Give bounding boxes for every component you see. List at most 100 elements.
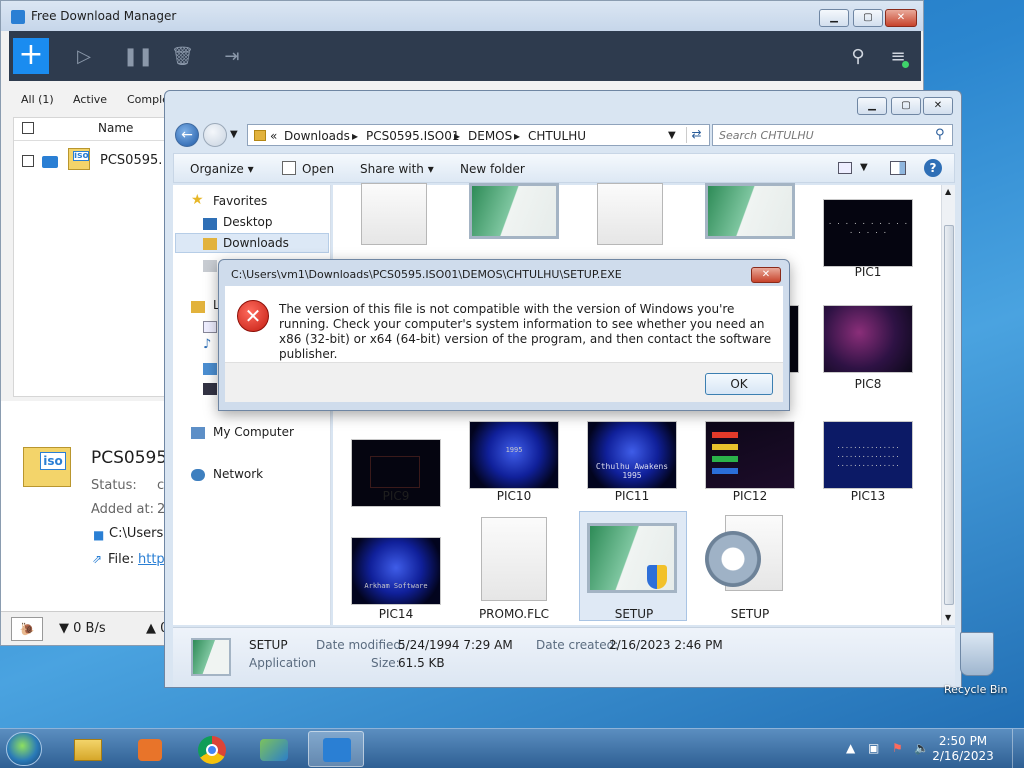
download-row[interactable]: iso PCS0595. bbox=[14, 144, 172, 178]
nav-desktop[interactable]: Desktop bbox=[223, 215, 273, 229]
breadcrumb-chtulhu[interactable]: CHTULHU bbox=[528, 129, 586, 143]
file-thumbnail[interactable] bbox=[597, 183, 663, 245]
detail-path[interactable]: C:\Users bbox=[109, 526, 163, 541]
pic11-thumbnail[interactable]: Cthulhu Awakens 1995 bbox=[587, 421, 677, 489]
explorer-maximize-button[interactable]: ▢ bbox=[891, 97, 921, 115]
filter-tab-active[interactable]: Active bbox=[67, 91, 113, 109]
breadcrumb-downloads[interactable]: Downloads bbox=[284, 129, 350, 143]
nav-downloads[interactable]: Downloads bbox=[223, 236, 289, 250]
back-button[interactable]: ← bbox=[175, 123, 199, 147]
pictures-icon bbox=[203, 363, 217, 375]
dialog-close-button[interactable]: ✕ bbox=[751, 267, 781, 283]
refresh-icon[interactable]: ⇄ bbox=[686, 127, 706, 143]
delete-icon[interactable]: 🗑 bbox=[171, 46, 194, 68]
file-label-pic12[interactable]: PIC12 bbox=[695, 489, 805, 503]
fdm-minimize-button[interactable]: ▁ bbox=[819, 9, 849, 27]
open-button[interactable]: Open bbox=[302, 162, 334, 176]
explorer-minimize-button[interactable]: ▁ bbox=[857, 97, 887, 115]
file-label-pic14[interactable]: PIC14 bbox=[341, 607, 451, 621]
breadcrumb-demos[interactable]: DEMOS bbox=[468, 129, 512, 143]
search-icon[interactable]: ⚲ bbox=[935, 127, 945, 142]
promo-file-icon[interactable] bbox=[481, 517, 547, 601]
help-icon[interactable]: ? bbox=[924, 159, 942, 177]
file-thumbnail[interactable] bbox=[361, 183, 427, 245]
pic8-thumbnail[interactable] bbox=[823, 305, 913, 373]
start-button[interactable] bbox=[6, 732, 42, 766]
recycle-bin-label[interactable]: Recycle Bin bbox=[944, 683, 1007, 696]
file-label-pic8[interactable]: PIC8 bbox=[813, 377, 923, 391]
libraries-icon bbox=[191, 301, 205, 313]
nav-my-computer[interactable]: My Computer bbox=[213, 425, 294, 439]
taskbar-media-player[interactable] bbox=[122, 731, 178, 767]
pic14-thumbnail[interactable]: Arkham Software bbox=[351, 537, 441, 605]
row-checkbox[interactable] bbox=[22, 155, 34, 167]
ok-button[interactable]: OK bbox=[705, 373, 773, 395]
file-label-pic13[interactable]: PIC13 bbox=[813, 489, 923, 503]
explorer-close-button[interactable]: ✕ bbox=[923, 97, 953, 115]
breadcrumb-sep: ▸ bbox=[514, 129, 521, 143]
scroll-thumb[interactable] bbox=[944, 225, 954, 605]
scroll-up-arrow[interactable]: ▲ bbox=[945, 187, 951, 196]
address-dropdown-icon[interactable]: ▼ bbox=[668, 130, 676, 141]
fdm-app-icon bbox=[11, 10, 25, 24]
scroll-down-arrow[interactable]: ▼ bbox=[945, 613, 951, 622]
clock[interactable]: 2:50 PM 2/16/2023 bbox=[930, 734, 996, 764]
file-label-pic11[interactable]: PIC11 bbox=[577, 489, 687, 503]
file-thumbnail[interactable] bbox=[705, 183, 795, 239]
forward-button[interactable] bbox=[203, 123, 227, 147]
select-all-checkbox[interactable] bbox=[22, 122, 34, 134]
view-options-icon[interactable] bbox=[838, 162, 852, 174]
nav-network[interactable]: Network bbox=[213, 467, 263, 481]
pic1-thumbnail[interactable]: . . . . . . . . . . . . . . . bbox=[823, 199, 913, 267]
fdm-detail-panel: iso PCS0595 Status: c Added at: 2 ■ C:\U… bbox=[1, 401, 171, 611]
uac-shield-icon bbox=[647, 565, 667, 589]
dialog-message: The version of this file is not compatib… bbox=[279, 302, 772, 361]
network-icon bbox=[191, 469, 205, 481]
file-label-setup-cfg[interactable]: SETUP bbox=[695, 607, 805, 621]
history-dropdown-icon[interactable]: ▼ bbox=[230, 129, 238, 140]
breadcrumb-overflow[interactable]: « bbox=[270, 129, 277, 143]
file-label-pic9[interactable]: PIC9 bbox=[341, 489, 451, 503]
fdm-close-button[interactable]: ✕ bbox=[885, 9, 917, 27]
pause-icon[interactable]: ❚❚ bbox=[123, 46, 153, 68]
pic10-thumbnail[interactable]: 1995 bbox=[469, 421, 559, 489]
organize-button[interactable]: Organize ▾ bbox=[190, 162, 254, 176]
recycle-bin-icon[interactable] bbox=[960, 632, 994, 676]
nav-favorites[interactable]: Favorites bbox=[213, 194, 267, 208]
filter-tab-all[interactable]: All (1) bbox=[15, 91, 60, 109]
details-size-label: Size: bbox=[371, 656, 400, 670]
tray-action-center-icon[interactable]: ⚑ bbox=[892, 741, 903, 755]
taskbar-network-app[interactable] bbox=[246, 731, 302, 767]
show-desktop-button[interactable] bbox=[1012, 729, 1024, 768]
file-label-pic10[interactable]: PIC10 bbox=[459, 489, 569, 503]
tray-network-icon[interactable]: ▣ bbox=[868, 741, 879, 755]
search-icon[interactable]: ⚲ bbox=[847, 46, 869, 68]
resume-icon[interactable]: ▷ bbox=[73, 46, 95, 68]
preview-pane-icon[interactable] bbox=[890, 161, 906, 175]
file-label-setup-exe[interactable]: SETUP bbox=[579, 607, 689, 621]
address-bar[interactable]: « Downloads ▸ PCS0595.ISO01 ▸ DEMOS ▸ CH… bbox=[247, 124, 710, 146]
taskbar-explorer[interactable] bbox=[60, 731, 116, 767]
file-label-promo[interactable]: PROMO.FLC bbox=[459, 607, 569, 621]
file-label-pic1[interactable]: PIC1 bbox=[813, 265, 923, 279]
pic12-thumbnail[interactable] bbox=[705, 421, 795, 489]
view-dropdown-icon[interactable]: ▼ bbox=[860, 162, 868, 173]
tray-expand-icon[interactable]: ▲ bbox=[846, 741, 855, 755]
taskbar-chrome[interactable] bbox=[184, 731, 240, 767]
move-icon[interactable]: ⇥ bbox=[221, 46, 243, 68]
search-input[interactable]: Search CHTULHU bbox=[712, 124, 953, 146]
tray-volume-icon[interactable]: 🔈 bbox=[914, 741, 929, 755]
column-header-name[interactable]: Name bbox=[98, 121, 133, 135]
clock-date: 2/16/2023 bbox=[932, 749, 994, 763]
breadcrumb-iso[interactable]: PCS0595.ISO01 bbox=[366, 129, 459, 143]
file-thumbnail[interactable] bbox=[469, 183, 559, 239]
vertical-scrollbar[interactable]: ▲ ▼ bbox=[941, 185, 955, 625]
speed-limit-icon[interactable]: 🐌 bbox=[11, 617, 43, 641]
share-with-button[interactable]: Share with ▾ bbox=[360, 162, 434, 176]
pic13-thumbnail[interactable]: ........................................… bbox=[823, 421, 913, 489]
fdm-titlebar[interactable]: Free Download Manager ▁ ▢ ✕ bbox=[1, 1, 923, 31]
new-folder-button[interactable]: New folder bbox=[460, 162, 525, 176]
taskbar-fdm[interactable] bbox=[308, 731, 364, 767]
add-download-button[interactable]: + bbox=[13, 38, 49, 74]
fdm-maximize-button[interactable]: ▢ bbox=[853, 9, 883, 27]
